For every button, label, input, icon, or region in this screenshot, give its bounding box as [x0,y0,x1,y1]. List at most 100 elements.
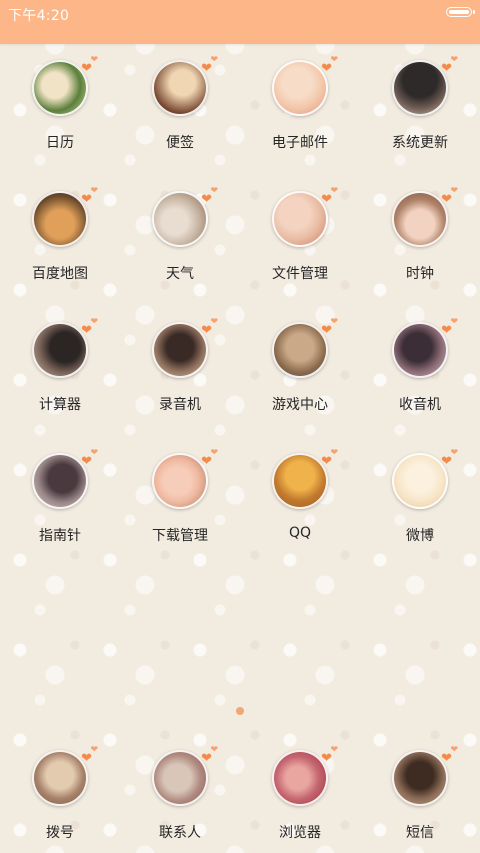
weibo-icon: ❤ ❤ [392,449,458,509]
heart-icon: ❤ [330,55,338,65]
clock-icon: ❤ ❤ [392,187,458,247]
app-label-calculator: 计算器 [39,397,81,413]
heart-icon: ❤ [450,745,458,755]
game-center-icon-photo [272,322,328,378]
heart-icon: ❤ [450,317,458,327]
calendar-icon: ❤ ❤ [32,56,98,116]
messages-icon-photo [392,750,448,806]
battery-full-icon [446,7,475,17]
weibo-icon-photo [392,453,448,509]
compass-icon: ❤ ❤ [32,449,98,509]
app-label-file-manager: 文件管理 [272,266,328,282]
notes-icon-photo [152,60,208,116]
calendar-icon-photo [32,60,88,116]
app-browser[interactable]: ❤ ❤ 浏览器 [240,742,360,853]
app-calculator[interactable]: ❤ ❤ 计算器 [0,314,120,445]
file-manager-icon: ❤ ❤ [272,187,338,247]
app-calendar[interactable]: ❤ ❤ 日历 [0,52,120,183]
page-dot-active[interactable] [236,707,244,715]
heart-icon: ❤ [90,317,98,327]
heart-icon: ❤ [90,186,98,196]
radio-icon-photo [392,322,448,378]
app-label-calendar: 日历 [46,135,74,151]
baidu-map-icon-photo [32,191,88,247]
app-label-download-manager: 下载管理 [152,528,208,544]
app-email[interactable]: ❤ ❤ 电子邮件 [240,52,360,183]
app-label-email: 电子邮件 [272,135,328,151]
calculator-icon-photo [32,322,88,378]
compass-icon-photo [32,453,88,509]
recorder-icon-photo [152,322,208,378]
app-weather[interactable]: ❤ ❤ 天气 [120,183,240,314]
app-label-weather: 天气 [166,266,194,282]
messages-icon: ❤ ❤ [392,746,458,806]
app-label-game-center: 游戏中心 [272,397,328,413]
heart-icon: ❤ [210,186,218,196]
app-label-radio: 收音机 [399,397,441,413]
app-label-dialer: 拨号 [46,825,74,841]
heart-icon: ❤ [210,448,218,458]
notes-icon: ❤ ❤ [152,56,218,116]
dialer-icon: ❤ ❤ [32,746,98,806]
email-icon-photo [272,60,328,116]
app-clock[interactable]: ❤ ❤ 时钟 [360,183,480,314]
clock-icon-photo [392,191,448,247]
app-label-weibo: 微博 [406,528,434,544]
app-label-notes: 便签 [166,135,194,151]
baidu-map-icon: ❤ ❤ [32,187,98,247]
app-compass[interactable]: ❤ ❤ 指南针 [0,445,120,576]
app-recorder[interactable]: ❤ ❤ 录音机 [120,314,240,445]
heart-icon: ❤ [330,186,338,196]
app-label-browser: 浏览器 [279,825,321,841]
file-manager-icon-photo [272,191,328,247]
email-icon: ❤ ❤ [272,56,338,116]
dock: ❤ ❤ 拨号 ❤ ❤ 联系人 ❤ ❤ 浏览器 ❤ ❤ 短信 [0,742,480,853]
status-bar: 下午4:20 [0,0,480,44]
heart-icon: ❤ [330,745,338,755]
app-qq[interactable]: ❤ ❤ QQ [240,445,360,576]
status-time: 下午4:20 [8,8,70,24]
heart-icon: ❤ [210,317,218,327]
page-indicator [0,700,480,719]
system-update-icon: ❤ ❤ [392,56,458,116]
heart-icon: ❤ [90,55,98,65]
heart-icon: ❤ [210,55,218,65]
app-messages[interactable]: ❤ ❤ 短信 [360,742,480,853]
app-label-baidu-map: 百度地图 [32,266,88,282]
app-baidu-map[interactable]: ❤ ❤ 百度地图 [0,183,120,314]
weather-icon: ❤ ❤ [152,187,218,247]
qq-icon: ❤ ❤ [272,449,338,509]
heart-icon: ❤ [330,317,338,327]
app-label-recorder: 录音机 [159,397,201,413]
system-update-icon-photo [392,60,448,116]
heart-icon: ❤ [450,186,458,196]
contacts-icon-photo [152,750,208,806]
heart-icon: ❤ [450,55,458,65]
app-label-contacts: 联系人 [159,825,201,841]
qq-icon-photo [272,453,328,509]
radio-icon: ❤ ❤ [392,318,458,378]
app-radio[interactable]: ❤ ❤ 收音机 [360,314,480,445]
app-weibo[interactable]: ❤ ❤ 微博 [360,445,480,576]
browser-icon-photo [272,750,328,806]
heart-icon: ❤ [90,448,98,458]
app-game-center[interactable]: ❤ ❤ 游戏中心 [240,314,360,445]
heart-icon: ❤ [330,448,338,458]
home-app-grid: ❤ ❤ 日历 ❤ ❤ 便签 ❤ ❤ 电子邮件 ❤ ❤ 系统更新 ❤ ❤ 百度地图… [0,52,480,576]
app-label-system-update: 系统更新 [392,135,448,151]
recorder-icon: ❤ ❤ [152,318,218,378]
app-contacts[interactable]: ❤ ❤ 联系人 [120,742,240,853]
app-file-manager[interactable]: ❤ ❤ 文件管理 [240,183,360,314]
app-dialer[interactable]: ❤ ❤ 拨号 [0,742,120,853]
weather-icon-photo [152,191,208,247]
app-system-update[interactable]: ❤ ❤ 系统更新 [360,52,480,183]
calculator-icon: ❤ ❤ [32,318,98,378]
app-notes[interactable]: ❤ ❤ 便签 [120,52,240,183]
game-center-icon: ❤ ❤ [272,318,338,378]
app-download-manager[interactable]: ❤ ❤ 下载管理 [120,445,240,576]
download-manager-icon: ❤ ❤ [152,449,218,509]
download-manager-icon-photo [152,453,208,509]
app-label-clock: 时钟 [406,266,434,282]
app-label-qq: QQ [288,525,312,541]
heart-icon: ❤ [450,448,458,458]
